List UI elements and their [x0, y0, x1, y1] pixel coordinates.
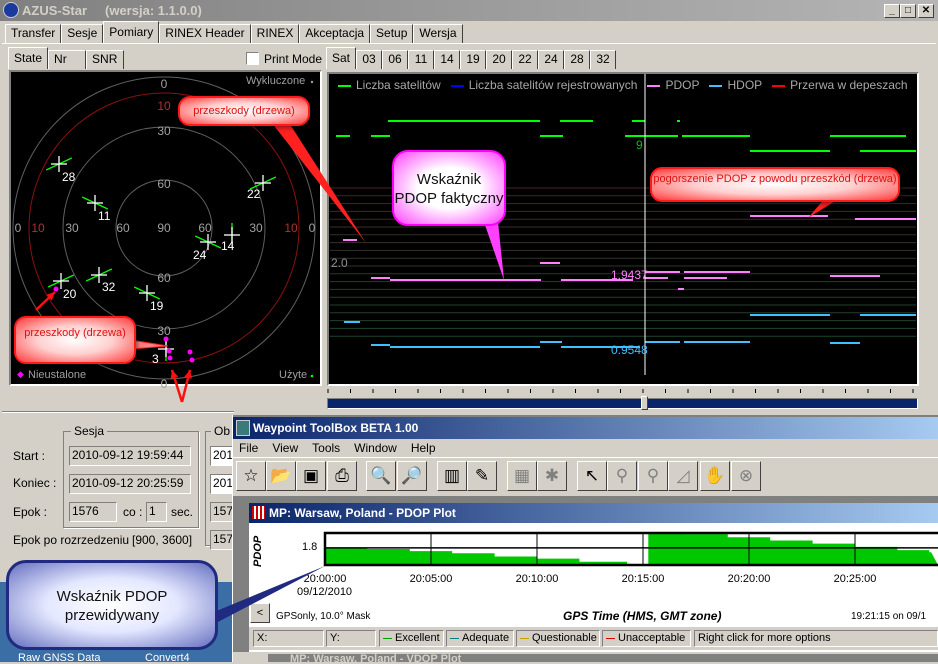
status-excellent: Excellent [379, 630, 444, 647]
adequate-label: Adequate [462, 632, 510, 644]
x-tick-label: 20:25:00 [833, 573, 877, 585]
callout-pdop-actual: Wskaźnik PDOP faktyczny [392, 150, 506, 226]
plot-timestamp: 19:21:15 on 09/1 [851, 611, 927, 622]
sky-tab-state[interactable]: State [8, 47, 49, 69]
status-x: X: [253, 630, 324, 647]
sat-tab-sat[interactable]: Sat [326, 47, 357, 69]
x-tick-label: 20:05:00 [409, 573, 453, 585]
callout-obstacles-bottom: przeszkody (drzewa) [14, 316, 136, 364]
x-tick-label: 20:10:00 [515, 573, 559, 585]
x-tick-label: 20:20:00 [727, 573, 771, 585]
x-tick-label: 20:15:00 [621, 573, 665, 585]
x-tick-label: 20:00:00 [303, 573, 347, 585]
callout-pdop-degradation: pogorszenie PDOP z powodu przeszkód (drz… [650, 167, 900, 202]
status-questionable: Questionable [516, 630, 600, 647]
questionable-label: Questionable [532, 632, 597, 644]
pdop-y-axis-label: PDOP [252, 535, 264, 567]
callout-pdop-predicted: Wskaźnik PDOP przewidywany [6, 560, 218, 650]
x-tick-date: 09/12/2010 [297, 586, 353, 598]
status-adequate: Adequate [446, 630, 514, 647]
excellent-label: Excellent [395, 632, 440, 644]
callout-obstacles-top: przeszkody (drzewa) [178, 96, 310, 126]
scroll-left-button[interactable]: < [250, 603, 270, 623]
status-y: Y: [326, 630, 376, 647]
x-axis-label: GPS Time (HMS, GMT zone) [563, 609, 722, 623]
unacceptable-label: Unacceptable [618, 632, 686, 644]
status-unacceptable: Unacceptable [602, 630, 691, 647]
y-tick-1.8: 1.8 [302, 541, 318, 553]
vdop-plot-title-bar[interactable]: MP: Warsaw, Poland - VDOP Plot [268, 654, 938, 662]
vdop-plot-title: MP: Warsaw, Poland - VDOP Plot [290, 654, 462, 662]
status-hint: Right click for more options [694, 630, 938, 647]
mask-info: GPSonly, 10.0° Mask [276, 611, 371, 622]
main-tab-pomiary[interactable]: Pomiary [103, 21, 160, 43]
